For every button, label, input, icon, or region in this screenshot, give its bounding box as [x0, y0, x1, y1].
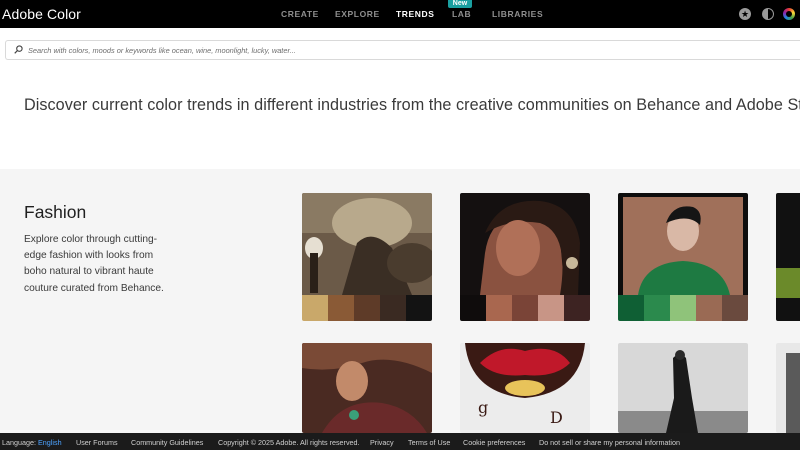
swatch [722, 295, 748, 321]
fashion-section: Fashion Explore color through cutting-ed… [0, 169, 800, 433]
footer-link-cookie-preferences[interactable]: Cookie preferences [463, 438, 525, 447]
swatch [644, 295, 670, 321]
swatch [618, 295, 644, 321]
footer-link-privacy[interactable]: Privacy [370, 438, 394, 447]
swatch [564, 295, 590, 321]
swatch [302, 295, 328, 321]
trend-image [618, 193, 748, 295]
trend-image [302, 193, 432, 295]
trend-image [302, 343, 432, 433]
swatch [696, 295, 722, 321]
swatch [406, 295, 432, 321]
color-wheel-icon[interactable] [783, 8, 795, 20]
nav-create[interactable]: CREATE [281, 9, 319, 19]
footer-link-do-not-sell[interactable]: Do not sell or share my personal informa… [539, 438, 680, 447]
footer: Language: English User Forums Community … [0, 433, 800, 450]
footer-link-community-guidelines[interactable]: Community Guidelines [131, 438, 203, 447]
swatch-strip [302, 295, 432, 321]
trend-card[interactable] [618, 193, 748, 321]
swatch [380, 295, 406, 321]
swatch [354, 295, 380, 321]
copyright-text: Copyright © 2025 Adobe. All rights reser… [218, 438, 360, 447]
trend-card[interactable]: g D [460, 343, 590, 433]
trend-card[interactable] [302, 343, 432, 433]
nav-trends[interactable]: TRENDS [396, 9, 435, 19]
section-description: Explore color through cutting-edge fashi… [24, 234, 164, 294]
main-nav: CREATE EXPLORE TRENDS New LAB LIBRARIES [0, 0, 800, 28]
trend-image: g D [460, 343, 590, 433]
top-bar: Adobe Color CREATE EXPLORE TRENDS New LA… [0, 0, 800, 28]
footer-link-terms[interactable]: Terms of Use [408, 438, 450, 447]
language-label: Language: [2, 438, 36, 447]
nav-lab[interactable]: LAB [452, 9, 471, 19]
search-input[interactable] [28, 44, 788, 57]
swatch [460, 295, 486, 321]
swatch [538, 295, 564, 321]
nav-explore[interactable]: EXPLORE [335, 9, 380, 19]
trend-card[interactable] [460, 193, 590, 321]
footer-link-user-forums[interactable]: User Forums [76, 438, 118, 447]
section-title: Fashion [24, 202, 87, 222]
swatch-strip [460, 295, 590, 321]
star-icon[interactable]: ★ [739, 8, 751, 20]
trend-image [618, 343, 748, 433]
trend-card[interactable] [618, 343, 748, 433]
swatch-strip [618, 295, 748, 321]
search-bar [5, 40, 800, 60]
new-badge: New [448, 0, 472, 8]
theme-toggle-icon[interactable] [762, 8, 774, 20]
swatch [512, 295, 538, 321]
swatch [486, 295, 512, 321]
trend-image [776, 343, 800, 433]
language-selector[interactable]: English [38, 438, 62, 447]
swatch [328, 295, 354, 321]
svg-text:D: D [550, 408, 563, 427]
svg-text:g: g [478, 398, 488, 417]
trend-image [776, 193, 800, 321]
trend-card-partial[interactable] [776, 193, 800, 321]
page-headline: Discover current color trends in differe… [24, 96, 800, 114]
trend-image [460, 193, 590, 295]
search-icon [14, 45, 23, 54]
swatch [670, 295, 696, 321]
trend-card[interactable] [302, 193, 432, 321]
trend-card-partial[interactable] [776, 343, 800, 433]
nav-libraries[interactable]: LIBRARIES [492, 9, 543, 19]
